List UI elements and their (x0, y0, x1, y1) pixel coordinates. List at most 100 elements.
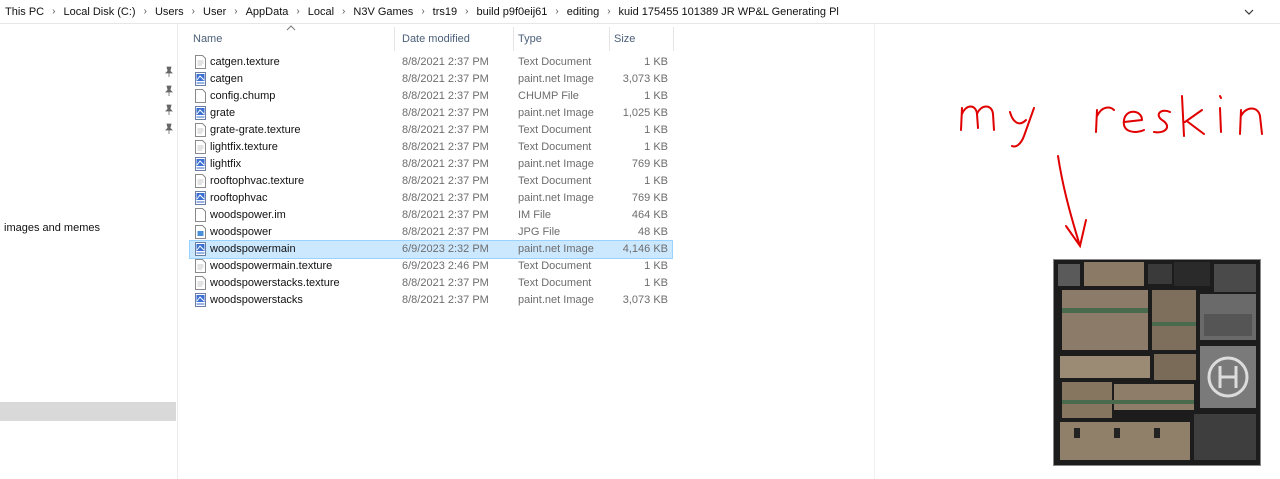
file-name: woodspowerstacks.texture (210, 277, 340, 289)
file-row[interactable]: catgen 8/8/2021 2:37 PM paint.net Image 3,0… (190, 71, 672, 88)
text-file-icon (195, 123, 206, 137)
breadcrumb-item[interactable]: Local Disk (C:) (62, 6, 136, 18)
breadcrumb-item[interactable]: trs19 (432, 6, 458, 18)
breadcrumb-item[interactable]: kuid 175455 101389 JR WP&L Generating Pl (618, 6, 840, 18)
text-file-icon (195, 259, 206, 273)
file-row[interactable]: woodspowerstacks 8/8/2021 2:37 PM paint.ne… (190, 292, 672, 309)
file-row[interactable]: catgen.texture 8/8/2021 2:37 PM Text Docum… (190, 54, 672, 71)
file-size: 464 KB (631, 209, 668, 221)
file-row[interactable]: lightfix 8/8/2021 2:37 PM paint.net Image 7… (190, 156, 672, 173)
column-header-size[interactable]: Size (606, 23, 674, 55)
breadcrumb-item[interactable]: editing (566, 6, 600, 18)
file-size: 1 KB (644, 90, 668, 102)
file-row[interactable]: lightfix.texture 8/8/2021 2:37 PM Text Doc… (190, 139, 672, 156)
column-header-type-label: Type (518, 33, 542, 45)
breadcrumb-separator-icon: › (421, 6, 425, 17)
file-type: Text Document (518, 56, 592, 68)
file-size: 769 KB (631, 158, 668, 170)
breadcrumb-separator-icon: › (296, 6, 300, 17)
paintnet-image-icon (195, 72, 206, 86)
file-size: 1 KB (644, 260, 668, 272)
jpg-file-icon (195, 225, 206, 239)
file-type: Text Document (518, 277, 592, 289)
chevron-down-icon[interactable] (1242, 5, 1256, 19)
file-date-modified: 8/8/2021 2:37 PM (402, 226, 489, 238)
nav-selected-item[interactable] (0, 402, 176, 421)
column-header-type[interactable]: Type (510, 23, 610, 55)
file-date-modified: 8/8/2021 2:37 PM (402, 175, 489, 187)
file-name: woodspower.im (210, 209, 286, 221)
paintnet-image-icon (195, 293, 206, 307)
file-name: lightfix (210, 158, 242, 170)
generic-file-icon (195, 89, 206, 103)
file-name: catgen (210, 73, 244, 85)
file-row[interactable]: woodspower.im 8/8/2021 2:37 PM IM File 464 … (190, 207, 672, 224)
text-file-icon (195, 276, 206, 290)
breadcrumb-item[interactable]: AppData (245, 6, 290, 18)
file-date-modified: 8/8/2021 2:37 PM (402, 90, 489, 102)
file-type: Text Document (518, 260, 592, 272)
handwritten-annotation (960, 95, 1263, 148)
file-name: lightfix.texture (210, 141, 278, 153)
file-type: paint.net Image (518, 294, 594, 306)
file-date-modified: 6/9/2023 2:32 PM (402, 243, 489, 255)
file-name: woodspowerstacks (210, 294, 303, 306)
file-row[interactable]: woodspowermain 6/9/2023 2:32 PM paint.net … (189, 240, 673, 259)
text-file-icon (195, 140, 206, 154)
file-date-modified: 8/8/2021 2:37 PM (402, 192, 489, 204)
file-type: JPG File (518, 226, 561, 238)
breadcrumb-separator-icon: › (607, 6, 611, 17)
breadcrumb-item[interactable]: Local (307, 6, 335, 18)
file-size: 1 KB (644, 277, 668, 289)
column-header-size-label: Size (614, 33, 636, 45)
file-type: paint.net Image (518, 158, 594, 170)
sort-ascending-icon (286, 25, 296, 31)
file-date-modified: 8/8/2021 2:37 PM (402, 158, 489, 170)
nav-item-images-and-memes[interactable]: images and memes (4, 222, 100, 234)
file-type: paint.net Image (518, 107, 594, 119)
breadcrumb-separator-icon: › (191, 6, 196, 17)
file-name: woodspowermain.texture (210, 260, 333, 272)
breadcrumb-separator-icon: › (234, 6, 238, 17)
file-row[interactable]: grate 8/8/2021 2:37 PM paint.net Image 1,02… (190, 105, 672, 122)
file-date-modified: 8/8/2021 2:37 PM (402, 277, 489, 289)
file-row[interactable]: woodspowermain.texture 6/9/2023 2:46 PM Te… (190, 258, 672, 275)
breadcrumb-item[interactable]: User (202, 6, 227, 18)
file-size: 1 KB (644, 141, 668, 153)
file-date-modified: 8/8/2021 2:37 PM (402, 294, 489, 306)
file-type: paint.net Image (518, 243, 594, 255)
file-name: catgen.texture (210, 56, 280, 68)
file-date-modified: 6/9/2023 2:46 PM (402, 260, 489, 272)
breadcrumb-item[interactable]: N3V Games (352, 6, 414, 18)
file-row[interactable]: rooftophvac 8/8/2021 2:37 PM paint.net Ima… (190, 190, 672, 207)
file-date-modified: 8/8/2021 2:37 PM (402, 56, 489, 68)
file-date-modified: 8/8/2021 2:37 PM (402, 107, 489, 119)
arrow-down-icon (1057, 155, 1087, 249)
file-name: rooftophvac.texture (210, 175, 305, 187)
paintnet-image-icon (195, 191, 206, 205)
pin-icon (165, 85, 173, 96)
file-name: grate (210, 107, 236, 119)
file-type: paint.net Image (518, 192, 594, 204)
navigation-pane: images and memes (0, 23, 178, 479)
file-type: Text Document (518, 141, 592, 153)
file-row[interactable]: woodspower 8/8/2021 2:37 PM JPG File 48 KB (190, 224, 672, 241)
breadcrumb-separator-icon: › (342, 6, 346, 17)
column-header-date[interactable]: Date modified (394, 23, 514, 55)
file-type: paint.net Image (518, 73, 594, 85)
file-row[interactable]: grate-grate.texture 8/8/2021 2:37 PM Text … (190, 122, 672, 139)
texture-preview-image (1053, 259, 1261, 466)
breadcrumb-item[interactable]: build p9f0eij61 (475, 6, 548, 18)
file-name: config.chump (210, 90, 276, 102)
file-row[interactable]: config.chump 8/8/2021 2:37 PM CHUMP File 1 … (190, 88, 672, 105)
generic-file-icon (195, 208, 206, 222)
breadcrumb-item[interactable]: This PC (4, 6, 45, 18)
address-bar[interactable]: This PC › Local Disk (C:) › Users › User › AppDa… (0, 0, 1280, 24)
file-row[interactable]: woodspowerstacks.texture 8/8/2021 2:37 PM… (190, 275, 672, 292)
file-size: 1 KB (644, 56, 668, 68)
text-file-icon (195, 55, 206, 69)
file-row[interactable]: rooftophvac.texture 8/8/2021 2:37 PM Text … (190, 173, 672, 190)
breadcrumb-separator-icon: › (52, 6, 56, 17)
breadcrumb-item[interactable]: Users (154, 6, 185, 18)
file-type: CHUMP File (518, 90, 579, 102)
